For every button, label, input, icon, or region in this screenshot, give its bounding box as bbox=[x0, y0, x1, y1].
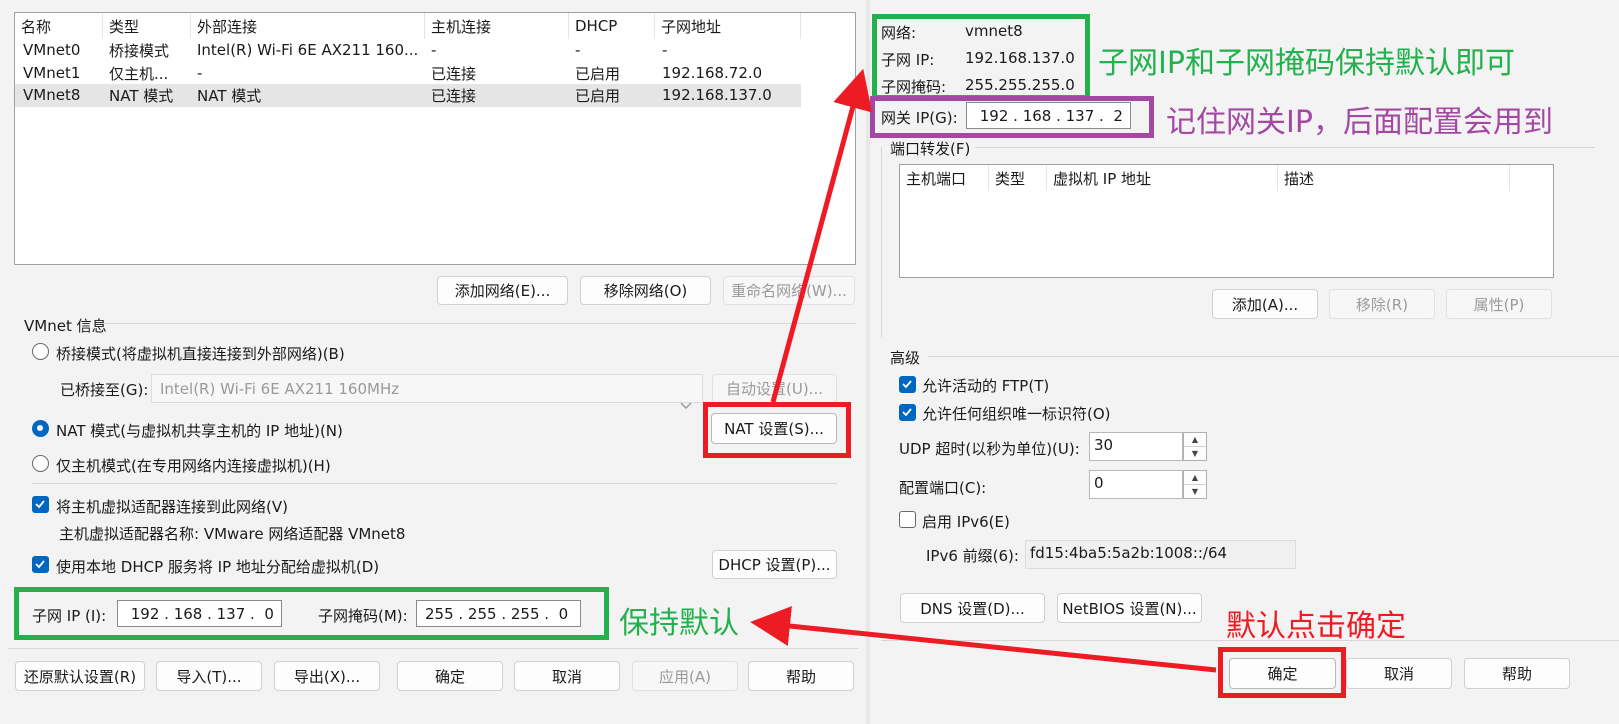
annotation-arrows bbox=[750, 68, 1217, 673]
arrow-to-gateway bbox=[770, 68, 873, 403]
arrow-to-subnet-fields bbox=[750, 606, 1217, 673]
